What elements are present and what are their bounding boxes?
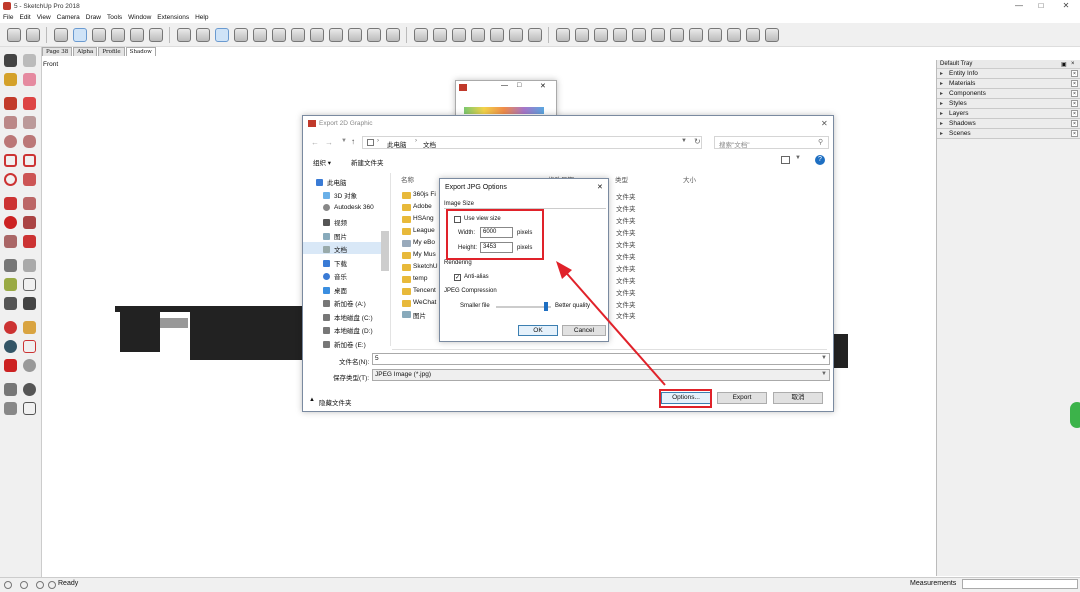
tray-panel-components[interactable]: Components × [937,89,1080,99]
close-icon[interactable]: × [1071,70,1078,77]
close-icon[interactable]: × [1071,90,1078,97]
tray-panel-label: Shadows [949,120,976,127]
tray-panel-shadows[interactable]: Shadows × [937,119,1080,129]
tray-panel-label: Entity Info [949,70,978,77]
default-tray: Default Tray Entity Info × Materials × Com… [936,60,1080,576]
close-icon[interactable]: × [1071,80,1078,87]
close-icon[interactable]: × [1071,100,1078,107]
tray-panel-label: Components [949,90,986,97]
user-icon[interactable] [36,581,44,589]
geo-location-icon[interactable] [4,581,12,589]
tray-panel-scenes[interactable]: Scenes × [937,129,1080,139]
close-icon[interactable]: × [1071,61,1075,67]
close-icon[interactable]: × [1071,110,1078,117]
tray-panel-entity-info[interactable]: Entity Info × [937,69,1080,79]
pin-icon[interactable]: ▣ [1061,61,1067,68]
measurements-input[interactable] [962,579,1078,589]
tray-panel-label: Materials [949,80,976,87]
status-bar: Ready Measurements [0,577,1080,592]
credits-icon[interactable] [20,581,28,589]
tray-title: Default Tray [937,60,1080,69]
measurements-label: Measurements [910,580,957,587]
tray-panel-label: Scenes [949,130,971,137]
floating-widget-icon[interactable] [1070,402,1080,428]
tray-panel-layers[interactable]: Layers × [937,109,1080,119]
annotation-arrow [556,261,666,386]
status-text: Ready [58,580,79,587]
close-icon[interactable]: × [1071,120,1078,127]
tray-panel-materials[interactable]: Materials × [937,79,1080,89]
close-icon[interactable]: × [1071,130,1078,137]
help-icon[interactable] [48,581,56,589]
tray-panel-label: Styles [949,100,967,107]
tray-panel-label: Layers [949,110,969,117]
tray-panel-styles[interactable]: Styles × [937,99,1080,109]
